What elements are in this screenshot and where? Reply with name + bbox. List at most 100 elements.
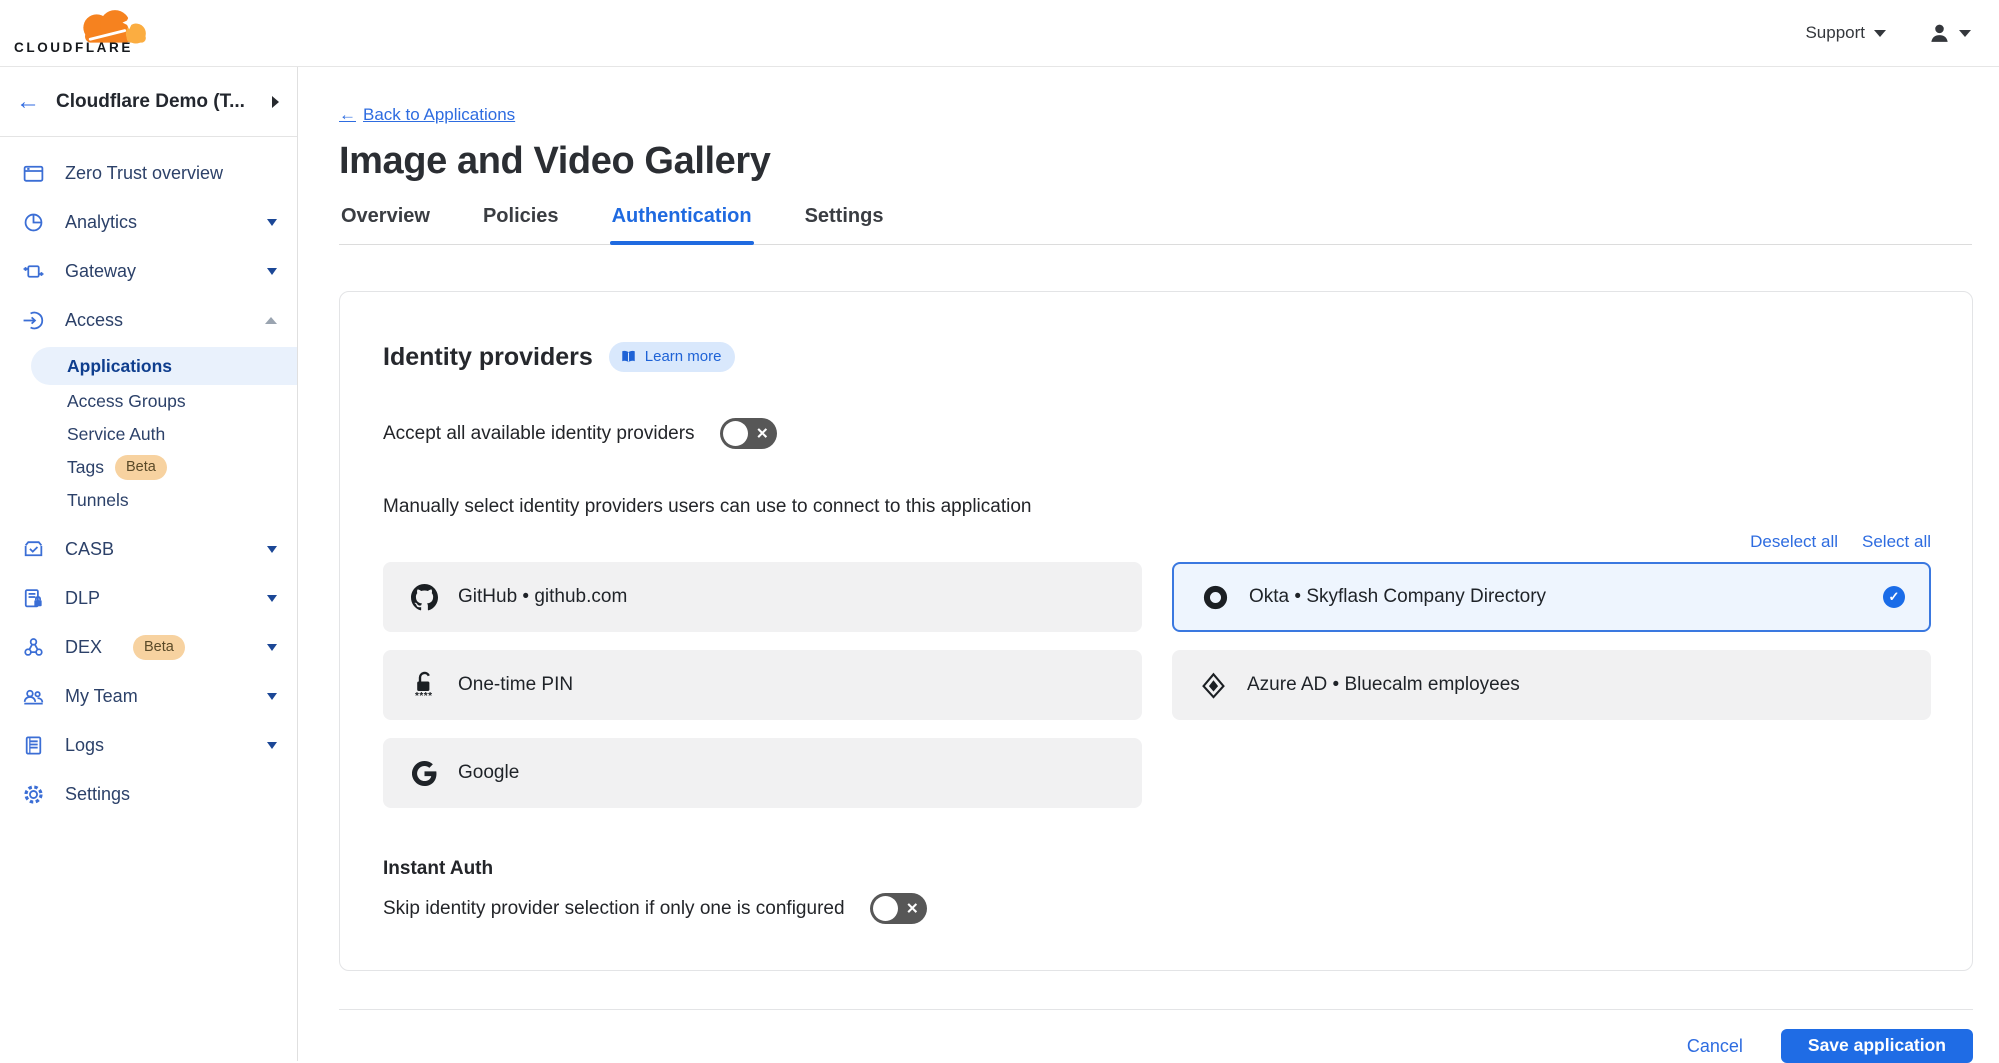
page-title: Image and Video Gallery (339, 140, 1972, 183)
chevron-down-icon[interactable] (267, 219, 277, 226)
sidebar-item-logs[interactable]: Logs (0, 721, 297, 770)
toggle-x-icon: ✕ (756, 426, 769, 441)
provider-tile-github[interactable]: GitHub • github.com (383, 562, 1142, 632)
back-arrow-icon[interactable]: ← (16, 90, 40, 114)
learn-more-badge[interactable]: Learn more (609, 342, 736, 372)
sidebar-item-casb[interactable]: CASB (0, 525, 297, 574)
cancel-button[interactable]: Cancel (1687, 1036, 1743, 1057)
sidebar-item-label: Tags (67, 457, 104, 478)
back-arrow-icon: ← (339, 105, 356, 125)
browser-window-icon (22, 162, 45, 185)
tab-authentication[interactable]: Authentication (610, 205, 754, 244)
provider-tile-google[interactable]: Google (383, 738, 1142, 808)
cloudflare-logo[interactable]: CLOUDFLARE (10, 3, 150, 63)
tab-overview[interactable]: Overview (339, 205, 432, 244)
google-icon (409, 761, 439, 786)
footer-actions: Cancel Save application (339, 1029, 1973, 1063)
back-to-applications-link[interactable]: ← Back to Applications (339, 105, 515, 125)
sidebar-item-dlp[interactable]: DLP (0, 574, 297, 623)
provider-tile-one-time-pin[interactable]: **** One-time PIN (383, 650, 1142, 720)
chevron-down-icon (1959, 30, 1971, 37)
sidebar-item-label: Analytics (65, 212, 137, 233)
back-link-label: Back to Applications (363, 105, 515, 125)
chevron-right-icon[interactable] (272, 96, 279, 108)
svg-text:****: **** (415, 691, 433, 700)
instant-auth-heading: Instant Auth (383, 858, 1931, 880)
instant-auth-label: Skip identity provider selection if only… (383, 898, 845, 920)
sidebar-item-label: Access (65, 310, 123, 331)
sidebar-item-settings[interactable]: Settings (0, 770, 297, 819)
sidebar-item-label: DLP (65, 588, 100, 609)
sidebar-item-service-auth[interactable]: Service Auth (0, 418, 297, 451)
sidebar-item-label: Access Groups (67, 391, 186, 412)
deselect-all-link[interactable]: Deselect all (1750, 532, 1838, 552)
account-menu[interactable] (1928, 22, 1971, 45)
provider-label: Okta • Skyflash Company Directory (1249, 586, 1546, 608)
provider-label: Azure AD • Bluecalm employees (1247, 674, 1520, 696)
chevron-down-icon[interactable] (267, 644, 277, 651)
sidebar-item-applications[interactable]: Applications (31, 347, 297, 385)
footer-divider (339, 1009, 1973, 1010)
gear-icon (22, 783, 45, 806)
sidebar-item-tags[interactable]: Tags Beta (0, 451, 297, 484)
toggle-knob (723, 421, 748, 446)
sidebar-item-dex[interactable]: DEX Beta (0, 623, 297, 672)
provider-tile-azure-ad[interactable]: Azure AD • Bluecalm employees (1172, 650, 1931, 720)
sidebar-nav: Zero Trust overview Analytics (0, 137, 297, 819)
beta-badge: Beta (133, 635, 185, 661)
tab-policies[interactable]: Policies (481, 205, 561, 244)
sidebar-item-label: CASB (65, 539, 114, 560)
sidebar-item-label: DEX (65, 637, 102, 658)
instant-auth-toggle[interactable]: ✕ (870, 893, 927, 924)
sidebar-item-gateway[interactable]: Gateway (0, 247, 297, 296)
casb-check-box-icon (22, 538, 45, 561)
chevron-down-icon[interactable] (267, 546, 277, 553)
learn-more-label: Learn more (645, 348, 722, 365)
beta-badge: Beta (115, 455, 167, 481)
identity-providers-card: Identity providers Learn more Accept all… (339, 291, 1973, 971)
toggle-knob (873, 896, 898, 921)
book-icon (620, 348, 637, 365)
network-nodes-icon (22, 636, 45, 659)
main-content: ← Back to Applications Image and Video G… (298, 67, 1999, 1061)
accept-all-label: Accept all available identity providers (383, 423, 695, 445)
save-application-button[interactable]: Save application (1781, 1029, 1973, 1063)
sidebar-item-label: Tunnels (67, 490, 129, 511)
sidebar-account-header: ← Cloudflare Demo (T... (0, 67, 297, 137)
chevron-down-icon[interactable] (267, 595, 277, 602)
one-time-pin-lock-icon: **** (409, 670, 439, 700)
sidebar-item-access-groups[interactable]: Access Groups (0, 385, 297, 418)
sidebar-item-label: My Team (65, 686, 138, 707)
sidebar-item-label: Zero Trust overview (65, 163, 223, 184)
sidebar-item-zero-trust-overview[interactable]: Zero Trust overview (0, 149, 297, 198)
toggle-x-icon: ✕ (906, 901, 919, 916)
sidebar-item-access[interactable]: Access (0, 296, 297, 345)
account-name: Cloudflare Demo (T... (56, 91, 256, 113)
user-icon (1928, 22, 1951, 45)
github-icon (409, 584, 439, 611)
provider-tile-okta[interactable]: Okta • Skyflash Company Directory ✓ (1172, 562, 1931, 632)
accept-all-toggle[interactable]: ✕ (720, 418, 777, 449)
chevron-down-icon[interactable] (267, 268, 277, 275)
select-all-link[interactable]: Select all (1862, 532, 1931, 552)
pie-chart-icon (22, 211, 45, 234)
card-heading: Identity providers (383, 343, 593, 372)
chevron-down-icon[interactable] (267, 693, 277, 700)
sidebar-item-my-team[interactable]: My Team (0, 672, 297, 721)
provider-label: Google (458, 762, 519, 784)
sidebar: ← Cloudflare Demo (T... Zero Trust overv… (0, 67, 298, 1061)
support-menu[interactable]: Support (1805, 23, 1886, 43)
provider-label: GitHub • github.com (458, 586, 627, 608)
chevron-up-icon[interactable] (265, 317, 277, 324)
sidebar-item-label: Service Auth (67, 424, 165, 445)
sidebar-item-analytics[interactable]: Analytics (0, 198, 297, 247)
okta-icon (1200, 584, 1230, 611)
azure-ad-icon (1198, 672, 1228, 699)
sidebar-item-tunnels[interactable]: Tunnels (0, 484, 297, 517)
tab-settings[interactable]: Settings (803, 205, 886, 244)
chevron-down-icon[interactable] (267, 742, 277, 749)
selected-check-icon: ✓ (1883, 586, 1905, 608)
chevron-down-icon (1874, 30, 1886, 37)
access-subnav: Applications Access Groups Service Auth … (0, 345, 297, 525)
gateway-icon (22, 260, 45, 283)
